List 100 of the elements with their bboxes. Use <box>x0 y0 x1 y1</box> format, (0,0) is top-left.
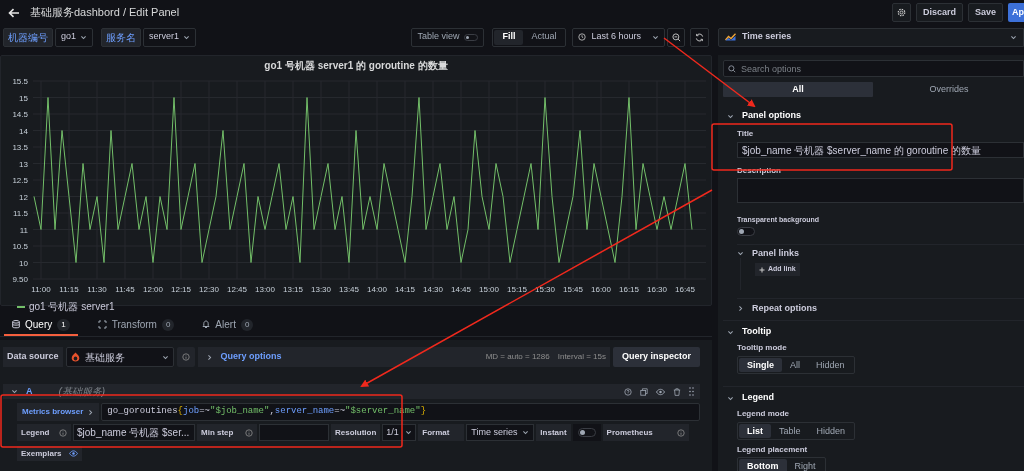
help-icon[interactable] <box>624 387 632 396</box>
metrics-browser-button[interactable]: Metrics browser <box>17 403 100 421</box>
query-tab[interactable]: Query 1 <box>4 315 78 336</box>
description-field[interactable] <box>737 178 1024 203</box>
search-field[interactable]: Search options <box>723 60 1024 77</box>
field-label: Legend placement <box>737 445 809 455</box>
zoom-out-icon <box>671 32 681 42</box>
x-axis-label: 13:30 <box>311 285 331 294</box>
toggle-switch[interactable] <box>577 428 596 437</box>
radio-option[interactable]: Hidden <box>808 424 854 438</box>
x-axis-label: 12:45 <box>227 285 247 294</box>
variable-label: 机器编号 <box>3 27 53 47</box>
search-icon <box>728 64 736 73</box>
section-title[interactable]: Panel options <box>742 109 801 123</box>
variable-select[interactable]: go1 <box>55 27 94 47</box>
y-axis-label: 14.5 <box>12 110 28 119</box>
radio-option[interactable]: Bottom <box>739 459 787 471</box>
time-range-picker[interactable]: Last 6 hours <box>572 27 665 47</box>
x-axis-label: 12:00 <box>143 285 163 294</box>
x-axis-label: 11:45 <box>115 285 135 294</box>
refresh-button[interactable] <box>690 27 709 47</box>
caret-icon <box>652 33 659 41</box>
apply-button[interactable]: Ap <box>1008 3 1024 22</box>
section-title[interactable]: Repeat options <box>752 301 817 316</box>
variable-select[interactable]: server1 <box>143 27 197 47</box>
eye-icon[interactable] <box>656 387 665 396</box>
x-axis-label: 16:15 <box>619 285 639 294</box>
x-axis-label: 14:45 <box>451 285 471 294</box>
x-axis-label: 16:45 <box>675 285 695 294</box>
segment-option[interactable]: Actual <box>523 29 565 45</box>
chevron-icon <box>737 305 744 312</box>
toolbar-button[interactable]: Save <box>967 3 1003 22</box>
radio-option[interactable]: All <box>782 358 809 372</box>
interval-text: Interval = 15s <box>557 351 606 363</box>
info-icon <box>245 428 253 437</box>
y-axis-label: 13.5 <box>12 143 28 152</box>
legend-label: go1 号机器 server1 <box>29 300 115 314</box>
section-title[interactable]: Panel links <box>752 246 800 261</box>
x-axis-label: 14:30 <box>423 285 443 294</box>
radio-option[interactable]: Right <box>786 459 824 471</box>
eye-icon <box>69 450 79 457</box>
x-axis-label: 11:00 <box>31 285 51 294</box>
panel-title: go1 号机器 server1 的 goroutine 的数量 <box>264 59 448 73</box>
x-axis-label: 13:45 <box>339 285 359 294</box>
field-label: Legend mode <box>737 409 790 419</box>
format-select[interactable]: Time series <box>466 424 535 441</box>
query-tab[interactable]: Transform 0 <box>89 315 183 336</box>
x-axis-label: 12:30 <box>199 285 219 294</box>
query-tab[interactable]: Alert 0 <box>194 315 262 336</box>
chevron-icon <box>727 112 734 120</box>
chevron-icon <box>727 328 734 336</box>
data-source-select[interactable]: 基础服务 <box>65 347 174 367</box>
section-title[interactable]: Tooltip <box>742 325 772 339</box>
copy-icon[interactable] <box>640 387 648 396</box>
settings-icon <box>896 8 906 17</box>
segment-option[interactable]: Fill <box>494 29 524 45</box>
y-axis-label: 12 <box>19 192 28 202</box>
settings-button[interactable] <box>891 3 911 22</box>
chevron-icon <box>11 388 18 395</box>
query-inspector-button[interactable]: Query inspector <box>612 347 700 367</box>
caret-icon <box>161 353 169 361</box>
info-icon <box>59 428 67 437</box>
x-axis-label: 16:00 <box>591 285 611 294</box>
table-view-toggle[interactable]: Table view <box>411 27 485 47</box>
toolbar-button[interactable]: Discard <box>915 3 963 22</box>
query-options-link[interactable]: Query options <box>220 350 282 364</box>
x-axis-label: 15:30 <box>535 285 555 294</box>
prometheus-label: Prometheus <box>606 426 653 439</box>
help-button[interactable] <box>176 347 195 367</box>
drag-handle-icon[interactable] <box>689 387 694 396</box>
caret-icon <box>80 33 88 41</box>
y-axis-label: 14 <box>19 126 28 136</box>
back-arrow-icon[interactable] <box>8 7 20 18</box>
graph-icon <box>725 33 736 41</box>
refresh-icon <box>695 32 704 42</box>
visualization-picker[interactable]: Time series <box>718 27 1024 47</box>
trash-icon[interactable] <box>673 387 681 396</box>
y-axis-label: 9.50 <box>12 275 28 284</box>
x-axis-label: 11:30 <box>87 285 107 294</box>
toggle-switch[interactable] <box>737 227 755 236</box>
x-axis-label: 15:45 <box>563 285 583 294</box>
x-axis-label: 16:30 <box>647 285 667 294</box>
options-tab[interactable]: All <box>723 82 873 97</box>
radio-option[interactable]: Table <box>771 424 809 438</box>
radio-option[interactable]: Single <box>739 358 782 372</box>
zoom-out-button[interactable] <box>667 27 685 47</box>
min-step-field[interactable] <box>259 424 329 441</box>
radio-option[interactable]: Hidden <box>808 358 853 372</box>
transform-icon <box>97 320 107 329</box>
chevron-icon <box>737 250 744 257</box>
resolution-select[interactable]: 1/1 <box>382 424 417 441</box>
section-title[interactable]: Legend <box>742 391 774 405</box>
legend-field[interactable]: $job_name 号机器 $ser... <box>73 424 195 441</box>
bell-icon <box>202 320 211 329</box>
radio-option[interactable]: List <box>739 424 771 438</box>
legend-swatch <box>17 305 25 308</box>
flame-icon <box>70 352 80 362</box>
x-axis-label: 15:00 <box>479 285 499 294</box>
y-axis-label: 13 <box>19 159 28 169</box>
clock-icon <box>578 33 587 41</box>
